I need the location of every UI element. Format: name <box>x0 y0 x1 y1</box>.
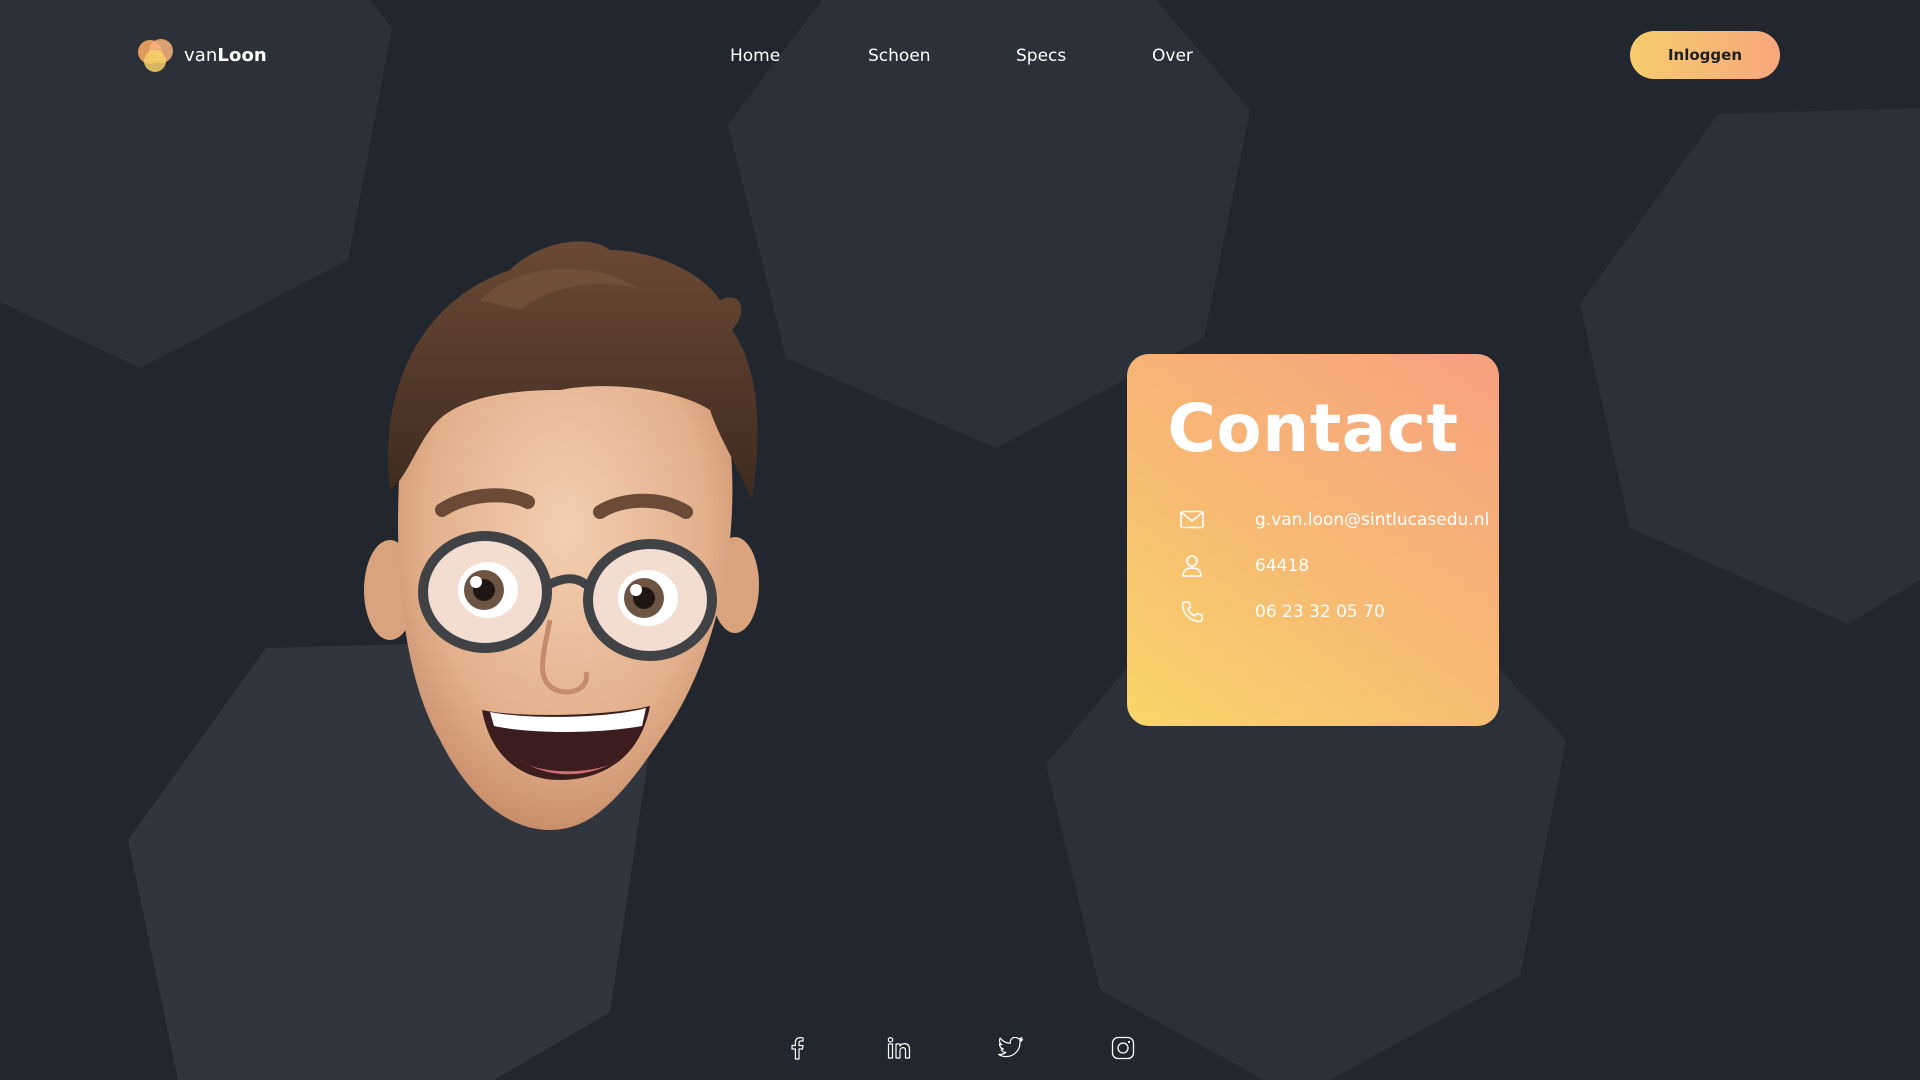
nav-over[interactable]: Over <box>1152 44 1193 68</box>
phone-icon <box>1179 599 1205 625</box>
contact-email-row: g.van.loon@sintlucasedu.nl <box>1179 507 1489 533</box>
mail-icon <box>1179 507 1205 533</box>
login-button[interactable]: Inloggen <box>1630 31 1780 79</box>
logo-text: vanLoon <box>184 45 267 66</box>
contact-phone-row: 06 23 32 05 70 <box>1179 599 1385 625</box>
contact-id: 64418 <box>1255 556 1310 576</box>
facebook-icon[interactable] <box>784 1035 810 1061</box>
user-icon <box>1179 553 1205 579</box>
twitter-icon[interactable] <box>998 1035 1024 1061</box>
avatar-illustration <box>360 240 780 840</box>
logo[interactable]: vanLoon <box>138 38 267 72</box>
instagram-icon[interactable] <box>1110 1035 1136 1061</box>
logo-bold: Loon <box>217 44 267 66</box>
contact-title: Contact <box>1167 390 1459 467</box>
background-shapes <box>0 0 1920 1080</box>
logo-mark-icon <box>138 38 174 72</box>
nav-schoen[interactable]: Schoen <box>868 44 931 68</box>
contact-email[interactable]: g.van.loon@sintlucasedu.nl <box>1255 510 1489 530</box>
logo-prefix: van <box>184 44 218 66</box>
nav-home[interactable]: Home <box>730 44 780 68</box>
nav-specs[interactable]: Specs <box>1016 44 1066 68</box>
contact-id-row: 64418 <box>1179 553 1309 579</box>
linkedin-icon[interactable] <box>886 1035 912 1061</box>
contact-card: Contact g.van.loon@sintlucasedu.nl 64418… <box>1127 354 1499 726</box>
contact-phone[interactable]: 06 23 32 05 70 <box>1255 602 1385 622</box>
